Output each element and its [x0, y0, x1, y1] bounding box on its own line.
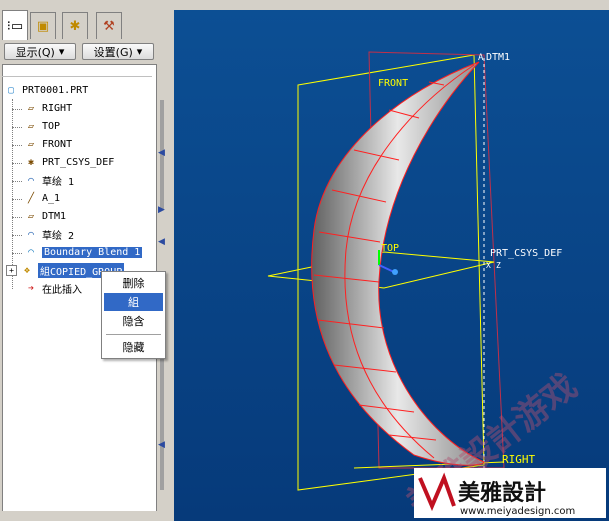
tree-item-sketch-2[interactable]: ⌒ 草绘 2: [24, 226, 74, 243]
label-axis-x: X: [486, 261, 491, 270]
tree-item-label: Boundary Blend 1: [42, 247, 143, 258]
expand-plus-icon[interactable]: +: [6, 265, 17, 276]
tree-item-csys[interactable]: ✱ PRT_CSYS_DEF: [24, 154, 114, 171]
label-front: FRONT: [378, 78, 408, 89]
navigator-tabs: ⁝▭ ▣ ✱ ⚒: [0, 10, 160, 41]
tree-connector: [12, 199, 22, 200]
watermark-url: www.meiyadesign.com: [460, 506, 575, 517]
boundary-blend-surface: [311, 61, 485, 466]
menu-separator: [106, 334, 161, 335]
hammer-icon: ⚒: [103, 18, 115, 34]
display-dropdown[interactable]: 显示(Q) ▾: [4, 43, 76, 60]
tree-connector: [12, 253, 22, 254]
tree-connector: [12, 127, 22, 128]
label-axis-z: Z: [496, 261, 501, 270]
axis-icon: ╱: [27, 193, 35, 204]
display-dropdown-label: 显示(Q): [15, 45, 55, 59]
datum-plane-icon: ▱: [27, 139, 35, 150]
tab-tools[interactable]: ⚒: [96, 12, 122, 39]
context-menu: 删除 組 隐含 隐藏: [101, 271, 166, 359]
tree-item-right[interactable]: ▱ RIGHT: [24, 100, 72, 117]
tree-connector: [12, 181, 22, 182]
tree-item-boundary-blend[interactable]: ◠ Boundary Blend 1: [24, 244, 143, 261]
graphics-viewport[interactable]: DTM1 A FRONT TOP PRT_CSYS_DEF Z X RIGHT …: [174, 10, 609, 521]
label-prt-csys-def: PRT_CSYS_DEF: [490, 248, 562, 259]
star-folder-icon: ✱: [69, 18, 81, 34]
tab-favorites[interactable]: ✱: [62, 12, 88, 39]
chevron-down-icon: ▾: [58, 45, 65, 58]
sketch-icon: ⌒: [27, 175, 35, 186]
datum-plane-icon: ▱: [27, 103, 35, 114]
model-view-svg: DTM1 A FRONT TOP PRT_CSYS_DEF Z X RIGHT …: [267, 51, 606, 521]
menu-item-group[interactable]: 組: [104, 293, 163, 311]
bottom-status-strip: [0, 511, 174, 521]
tab-folder-browser[interactable]: ▣: [30, 12, 56, 39]
tree-connector: [12, 109, 22, 110]
csys-x-axis: [378, 264, 395, 273]
chevron-down-icon: ▾: [136, 45, 143, 58]
tree-item-label: PRT_CSYS_DEF: [42, 157, 115, 168]
tree-item-axis-a1[interactable]: ╱ A_1: [24, 190, 60, 207]
tree-item-front[interactable]: ▱ FRONT: [24, 136, 72, 153]
settings-dropdown-label: 设置(G): [93, 45, 133, 59]
watermark-logo-text: 美雅設計: [458, 480, 546, 506]
tree-icon: ⁝▭: [6, 18, 24, 34]
collapse-arrow-icon[interactable]: ◀: [158, 440, 165, 450]
tree-item-label: FRONT: [42, 139, 73, 150]
tree-connector: [12, 163, 22, 164]
group-icon: ❖: [23, 265, 31, 276]
tree-item-label: 草绘 1: [42, 177, 75, 188]
tree-item-label: DTM1: [42, 211, 67, 222]
tree-item-label: TOP: [42, 121, 61, 132]
tree-item-sketch-1[interactable]: ⌒ 草绘 1: [24, 172, 74, 189]
datum-plane-icon: ▱: [27, 211, 35, 222]
tree-root[interactable]: ▢ PRT0001.PRT: [4, 82, 88, 99]
part-icon: ▢: [7, 85, 15, 96]
csys-origin-marker: [392, 269, 398, 275]
folder-icon: ▣: [36, 18, 50, 34]
tree-item-insert-here[interactable]: ➔ 在此插入: [24, 280, 82, 297]
menu-item-delete[interactable]: 删除: [104, 274, 163, 292]
menu-item-suppress[interactable]: 隐含: [104, 312, 163, 330]
tree-item-dtm1[interactable]: ▱ DTM1: [24, 208, 66, 225]
top-toolbar-strip: [0, 0, 165, 10]
tree-item-top[interactable]: ▱ TOP: [24, 118, 60, 135]
settings-dropdown[interactable]: 设置(G) ▾: [82, 43, 154, 60]
label-axis-a: A: [478, 53, 484, 63]
tree-connector: [12, 145, 22, 146]
tree-dropdown-bar: 显示(Q) ▾ 设置(G) ▾: [0, 40, 160, 64]
menu-item-hide[interactable]: 隐藏: [104, 338, 163, 356]
datum-plane-icon: ▱: [27, 121, 35, 132]
tree-item-label: 草绘 2: [42, 231, 75, 242]
collapse-arrow-icon[interactable]: ▶: [158, 205, 165, 215]
label-dtm1: DTM1: [486, 52, 510, 63]
tree-item-label: A_1: [42, 193, 61, 204]
label-top: TOP: [381, 243, 399, 254]
tab-model-tree[interactable]: ⁝▭: [2, 10, 28, 41]
tree-item-label: 在此插入: [42, 285, 82, 296]
tree-column-header: [2, 66, 152, 77]
collapse-arrow-icon[interactable]: ◀: [158, 237, 165, 247]
tree-item-label: RIGHT: [42, 103, 73, 114]
tree-root-label: PRT0001.PRT: [22, 85, 89, 96]
tree-connector: [12, 235, 22, 236]
tree-connector: [12, 217, 22, 218]
collapse-arrow-icon[interactable]: ◀: [158, 148, 165, 158]
insert-arrow-icon: ➔: [27, 283, 35, 294]
sketch-icon: ⌒: [27, 229, 35, 240]
csys-icon: ✱: [27, 157, 35, 168]
boundary-blend-icon: ◠: [27, 247, 35, 258]
